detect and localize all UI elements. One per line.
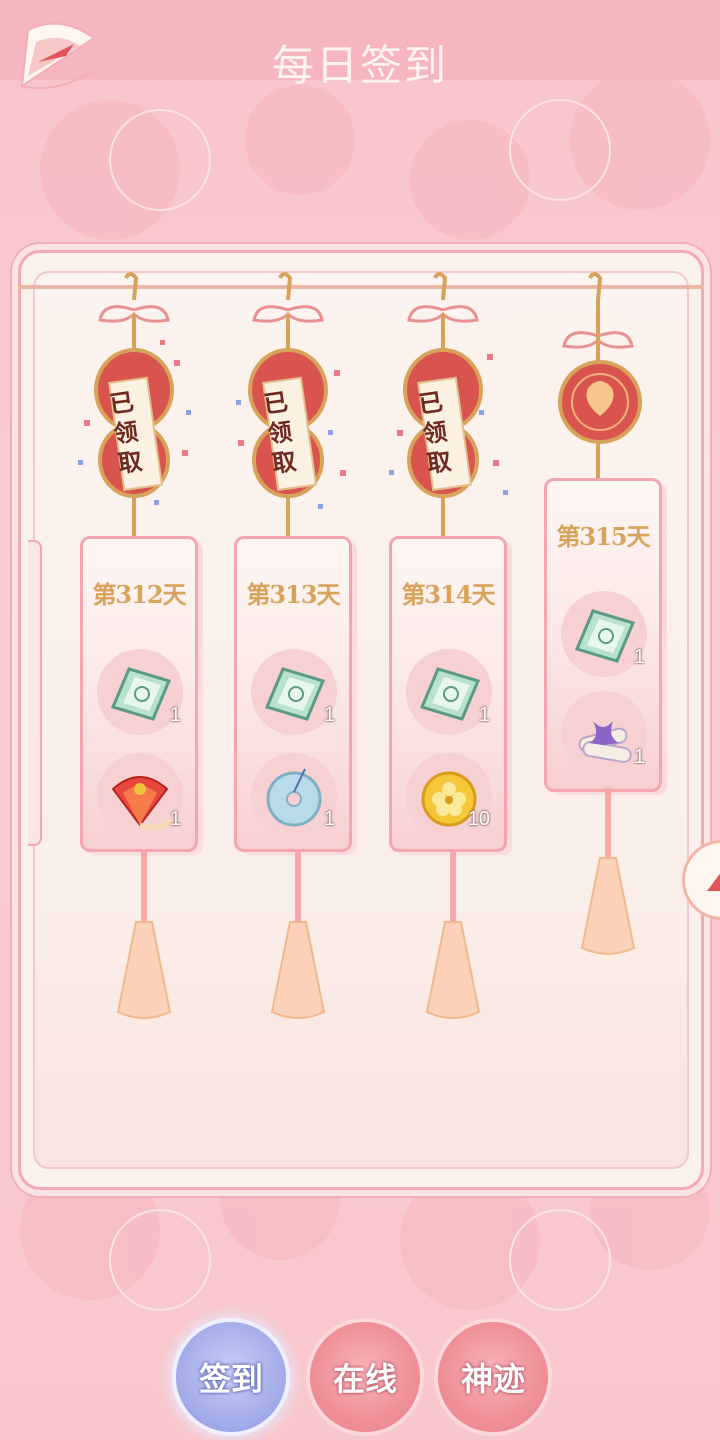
previous-card-edge [28,540,42,846]
claimed-charm-icon [389,272,508,540]
reward-qty: 1 [169,704,181,726]
day-label: 第314天 [401,580,495,609]
day-card-312[interactable]: 已领取 第312天 1 1 [74,270,214,1020]
red-fan-icon [707,873,720,891]
day-label: 第315天 [556,522,650,551]
jade-disc-icon [266,768,322,827]
reward-qty: 1 [633,746,645,768]
day-card-313[interactable]: 已领取 第313天 1 1 [228,270,368,1020]
reward-slot[interactable]: 1 [245,645,341,741]
reward-slot[interactable]: 1 [245,749,341,845]
day-card-315[interactable]: 第315天 1 1 [538,270,678,970]
tab-miracle-label: 神迹 [460,1360,525,1398]
tassel-icon [116,852,172,1019]
claimed-charm-icon [236,272,346,540]
tab-miracle[interactable]: 神迹 [438,1322,548,1432]
tassel-icon [425,852,481,1019]
tassel-icon [580,788,636,955]
reward-card: 第312天 1 1 [80,536,198,852]
reward-qty: 10 [467,808,490,830]
reward-slot[interactable]: 1 [91,645,187,741]
day-label: 第313天 [246,580,340,609]
reward-qty: 1 [478,704,490,726]
back-fan-icon[interactable] [14,16,104,94]
reward-card: 第315天 1 1 [544,478,662,792]
reward-card: 第314天 1 10 [389,536,507,852]
reward-qty: 1 [323,808,335,830]
money-note-icon [574,609,636,663]
money-note-icon [419,667,481,721]
tab-online[interactable]: 在线 [310,1322,420,1432]
tab-signin[interactable]: 签到 [176,1322,286,1432]
reward-slot[interactable]: 1 [91,749,187,845]
day-card-314[interactable]: 已领取 第314天 1 10 [383,270,523,1020]
scroll-bundle-icon [578,721,632,763]
reward-qty: 1 [633,646,645,668]
reward-qty: 1 [169,808,181,830]
red-fan-icon [111,776,173,830]
day-label: 第312天 [92,580,186,609]
tassel-icon [270,852,326,1019]
page-title: 每日签到 [271,41,448,90]
reward-slot[interactable]: 1 [555,687,651,783]
reward-slot[interactable]: 10 [400,749,496,845]
reward-slot[interactable]: 1 [400,645,496,741]
reward-card: 第313天 1 1 [234,536,352,852]
claimed-charm-icon [78,272,191,540]
tab-signin-label: 签到 [198,1360,263,1398]
reward-slot[interactable]: 1 [555,587,651,683]
money-note-icon [110,667,172,721]
tab-online-label: 在线 [332,1360,397,1398]
money-note-icon [264,667,326,721]
reward-qty: 1 [323,704,335,726]
